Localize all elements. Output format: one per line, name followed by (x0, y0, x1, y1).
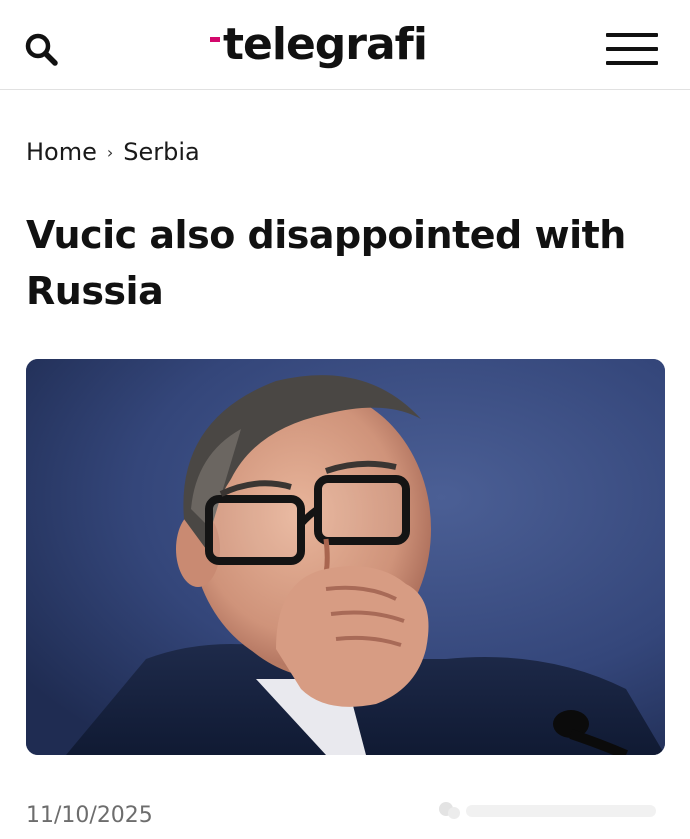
article-date: 11/10/2025 (26, 803, 153, 828)
breadcrumb-separator-icon: › (106, 142, 114, 162)
photo-man-with-glasses-hand-on-chin (26, 359, 665, 755)
site-logo[interactable]: telegrafi (210, 15, 428, 75)
logo-text: telegrafi (223, 19, 428, 70)
search-icon (25, 33, 58, 66)
article-title: Vucic also disappointed with Russia (26, 213, 626, 313)
breadcrumb: Home › Serbia (26, 138, 200, 166)
site-header: telegrafi (0, 0, 690, 90)
breadcrumb-serbia[interactable]: Serbia (123, 138, 199, 166)
breadcrumb-home[interactable]: Home (26, 138, 97, 166)
logo-accent-mark (210, 37, 220, 42)
watermark-icon (439, 802, 656, 819)
search-button[interactable] (22, 30, 62, 70)
article-hero-image[interactable] (26, 359, 665, 755)
menu-button[interactable] (604, 33, 660, 67)
